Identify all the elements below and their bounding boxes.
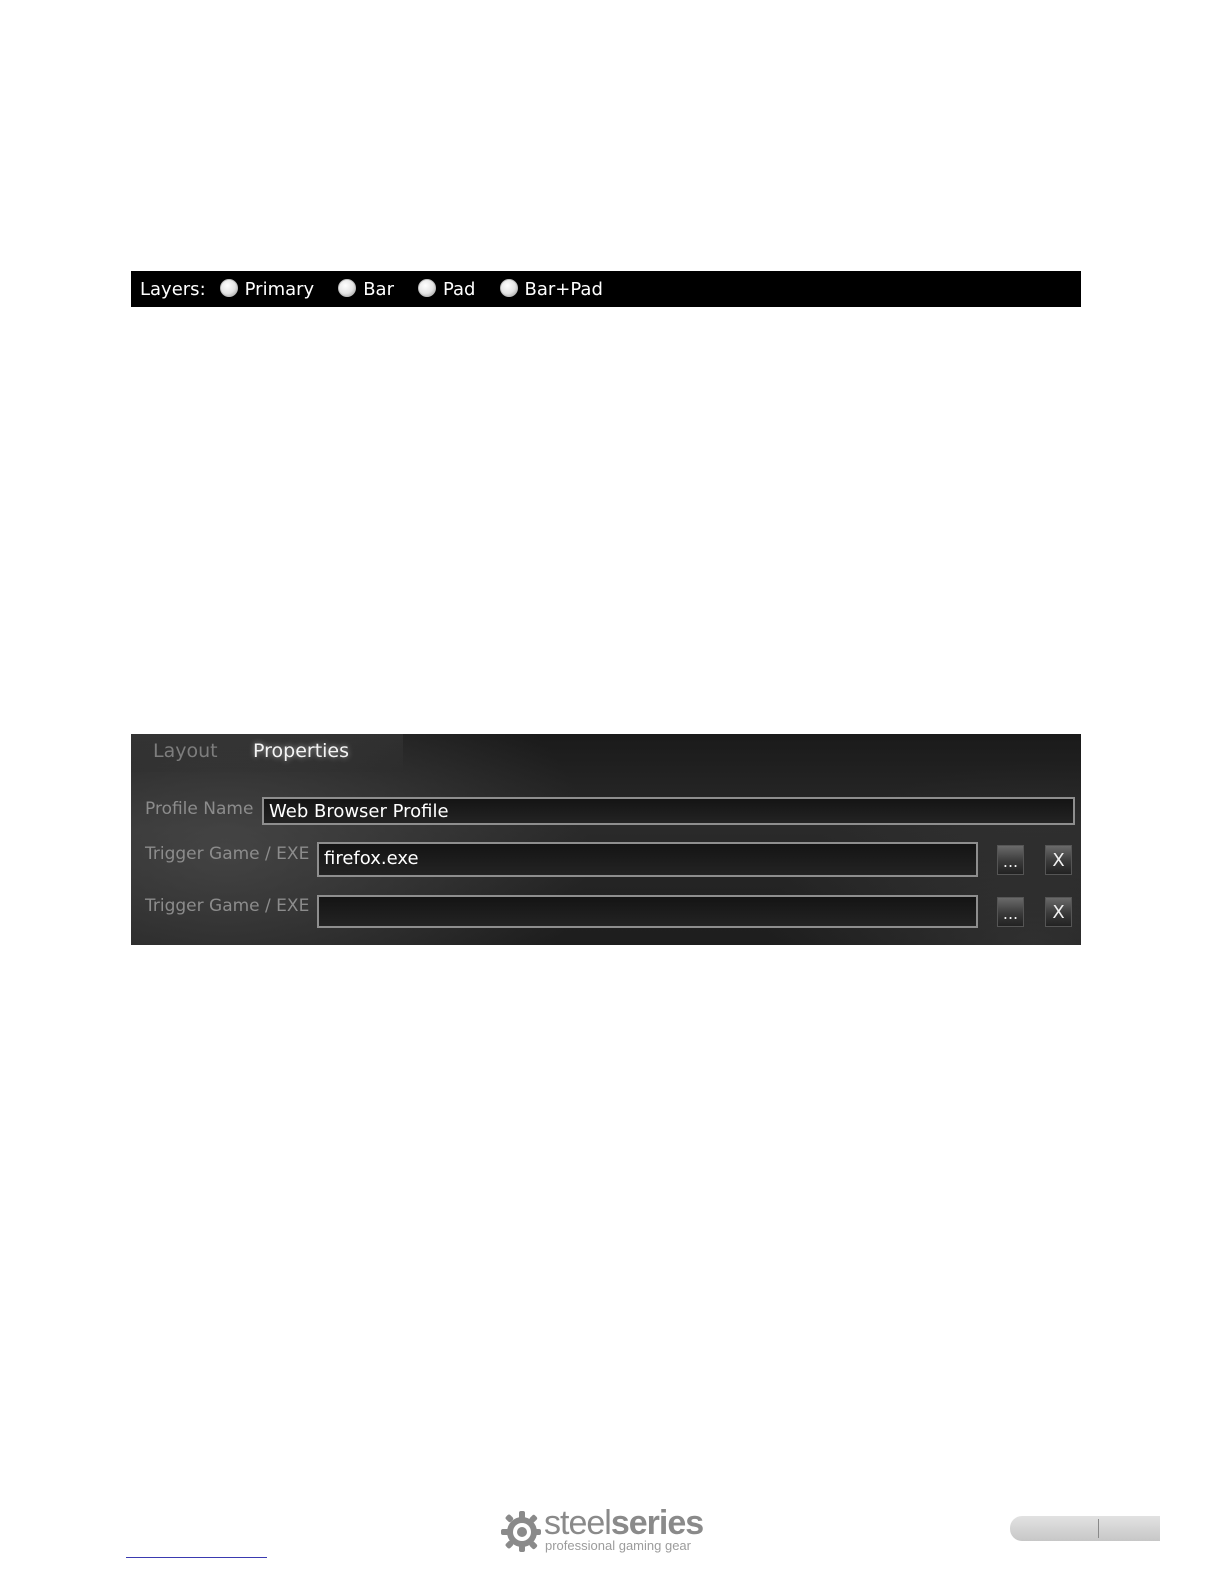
brand-light: steel (544, 1504, 612, 1542)
browse-button-1[interactable]: ... (997, 845, 1024, 875)
layer-option-label: Bar (363, 278, 394, 300)
radio-button-icon[interactable] (338, 278, 357, 297)
footer-link-underline[interactable] (126, 1557, 267, 1558)
layer-option-label: Primary (244, 278, 315, 300)
layer-option-bar-pad[interactable]: Bar+Pad (499, 278, 603, 300)
radio-button-icon[interactable] (499, 278, 518, 297)
trigger-label-1: Trigger Game / EXE (145, 844, 310, 864)
trigger-exe-field-1[interactable]: firefox.exe (317, 842, 978, 877)
properties-panel: Layout Properties Profile Name Web Brows… (131, 734, 1081, 945)
clear-button-2[interactable]: X (1045, 897, 1072, 927)
radio-button-icon[interactable] (219, 278, 238, 297)
layer-option-label: Pad (442, 278, 476, 300)
brand-wordmark: steelseries (544, 1504, 704, 1542)
layers-label: Layers: (140, 278, 206, 300)
profile-name-label: Profile Name (145, 799, 254, 819)
layer-option-label: Bar+Pad (524, 278, 603, 300)
brand-tagline: professional gaming gear (545, 1538, 691, 1553)
layer-option-primary[interactable]: Primary (219, 278, 315, 300)
browse-button-2[interactable]: ... (997, 897, 1024, 927)
profile-name-field[interactable]: Web Browser Profile (262, 797, 1075, 825)
gear-logo-icon (501, 1511, 541, 1552)
trigger-exe-field-2[interactable] (317, 895, 978, 928)
clear-button-1[interactable]: X (1045, 845, 1072, 875)
trigger-label-2: Trigger Game / EXE (145, 896, 310, 916)
tab-layout[interactable]: Layout (153, 740, 218, 762)
panel-tabs: Layout Properties (131, 734, 403, 772)
steelseries-logo: steelseries professional gaming gear (498, 1505, 718, 1555)
page-number-pill (1010, 1516, 1160, 1541)
radio-button-icon[interactable] (417, 278, 436, 297)
tab-properties[interactable]: Properties (253, 740, 349, 762)
layer-option-bar[interactable]: Bar (338, 278, 394, 300)
pill-divider (1098, 1519, 1099, 1538)
layers-bar: Layers: Primary Bar Pad Bar+Pad (131, 271, 1081, 307)
layer-option-pad[interactable]: Pad (417, 278, 476, 300)
brand-bold: series (610, 1504, 704, 1542)
